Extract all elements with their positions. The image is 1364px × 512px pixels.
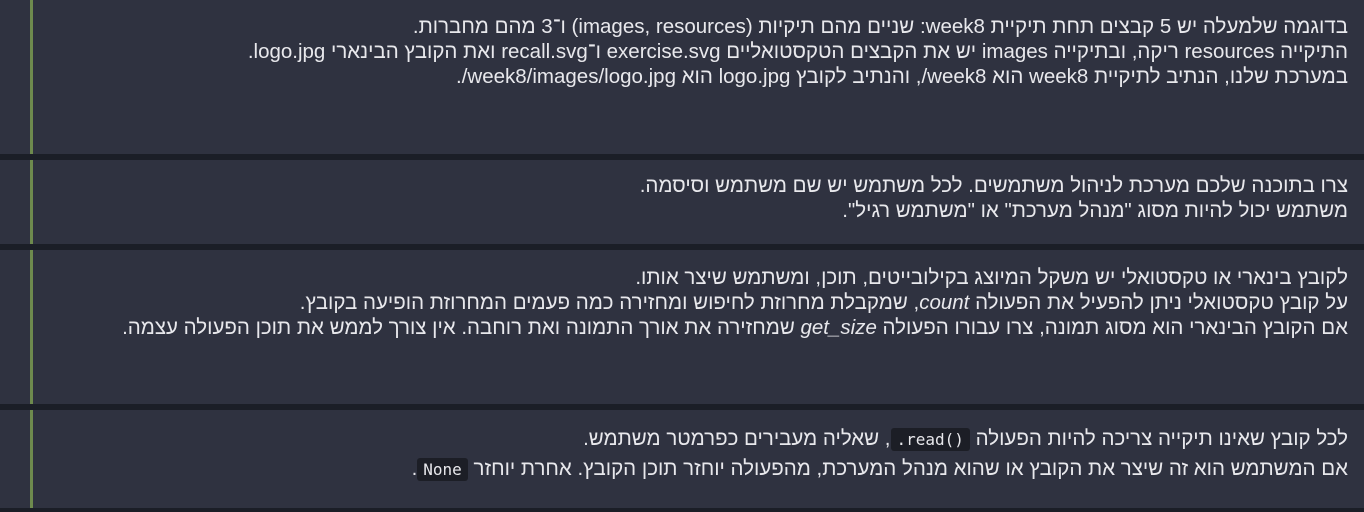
text-fragment: אם הקובץ הבינארי הוא מסוג תמונה, צרו עבו… xyxy=(876,316,1348,339)
text-fragment: אם המשתמש הוא זה שיצר את הקובץ או שהוא מ… xyxy=(467,457,1348,480)
paragraph-line: התיקייה resources ריקה, ובתיקייה images … xyxy=(247,40,1348,63)
markdown-cell-file-operations[interactable]: לקובץ בינארי או טקסטואלי יש משקל המיוצג … xyxy=(0,250,1364,404)
cell-text: לכל קובץ שאינו תיקייה צריכה להיות הפעולה… xyxy=(44,426,1348,482)
inline-code-none: None xyxy=(417,458,468,481)
paragraph-line: בדוגמה שלמעלה יש 5 קבצים תחת תיקיית week… xyxy=(412,15,1348,38)
markdown-cell-file-example[interactable]: בדוגמה שלמעלה יש 5 קבצים תחת תיקיית week… xyxy=(0,0,1364,154)
text-fragment: לכל קובץ שאינו תיקייה צריכה להיות הפעולה xyxy=(969,427,1348,450)
inline-code-read: .read() xyxy=(890,428,970,451)
text-fragment: , שאליה מעבירים כפרמטר משתמש. xyxy=(583,427,891,450)
method-name-get-size: get_size xyxy=(800,316,877,339)
paragraph-line: אם הקובץ הבינארי הוא מסוג תמונה, צרו עבו… xyxy=(44,315,1348,340)
cell-text: לקובץ בינארי או טקסטואלי יש משקל המיוצג … xyxy=(44,265,1348,340)
text-fragment: על קובץ טקסטואלי ניתן להפעיל את הפעולה xyxy=(969,291,1348,314)
paragraph-line: אם המשתמש הוא זה שיצר את הקובץ או שהוא מ… xyxy=(44,456,1348,482)
cell-text: בדוגמה שלמעלה יש 5 קבצים תחת תיקיית week… xyxy=(44,14,1348,89)
paragraph-line: משתמש יכול להיות מסוג "מנהל מערכת" או "מ… xyxy=(842,199,1348,222)
markdown-cell-read-method[interactable]: לכל קובץ שאינו תיקייה צריכה להיות הפעולה… xyxy=(0,410,1364,508)
markdown-cell-user-system[interactable]: צרו בתוכנה שלכם מערכת לניהול משתמשים. לכ… xyxy=(0,160,1364,244)
method-name-count: count xyxy=(919,291,970,314)
notebook-page: בדוגמה שלמעלה יש 5 קבצים תחת תיקיית week… xyxy=(0,0,1364,512)
paragraph-line: לכל קובץ שאינו תיקייה צריכה להיות הפעולה… xyxy=(44,426,1348,452)
paragraph-line: במערכת שלנו, הנתיב לתיקיית week8 הוא wee… xyxy=(456,65,1348,88)
paragraph-line: על קובץ טקסטואלי ניתן להפעיל את הפעולה c… xyxy=(44,290,1348,315)
paragraph-line: לקובץ בינארי או טקסטואלי יש משקל המיוצג … xyxy=(635,266,1348,289)
paragraph-line: צרו בתוכנה שלכם מערכת לניהול משתמשים. לכ… xyxy=(639,174,1348,197)
text-fragment: , שמקבלת מחרוזת לחיפוש ומחזירה כמה פעמים… xyxy=(299,291,920,314)
cell-text: צרו בתוכנה שלכם מערכת לניהול משתמשים. לכ… xyxy=(44,173,1348,223)
text-fragment: שמחזירה את אורך התמונה ואת רוחבה. אין צו… xyxy=(122,316,801,339)
